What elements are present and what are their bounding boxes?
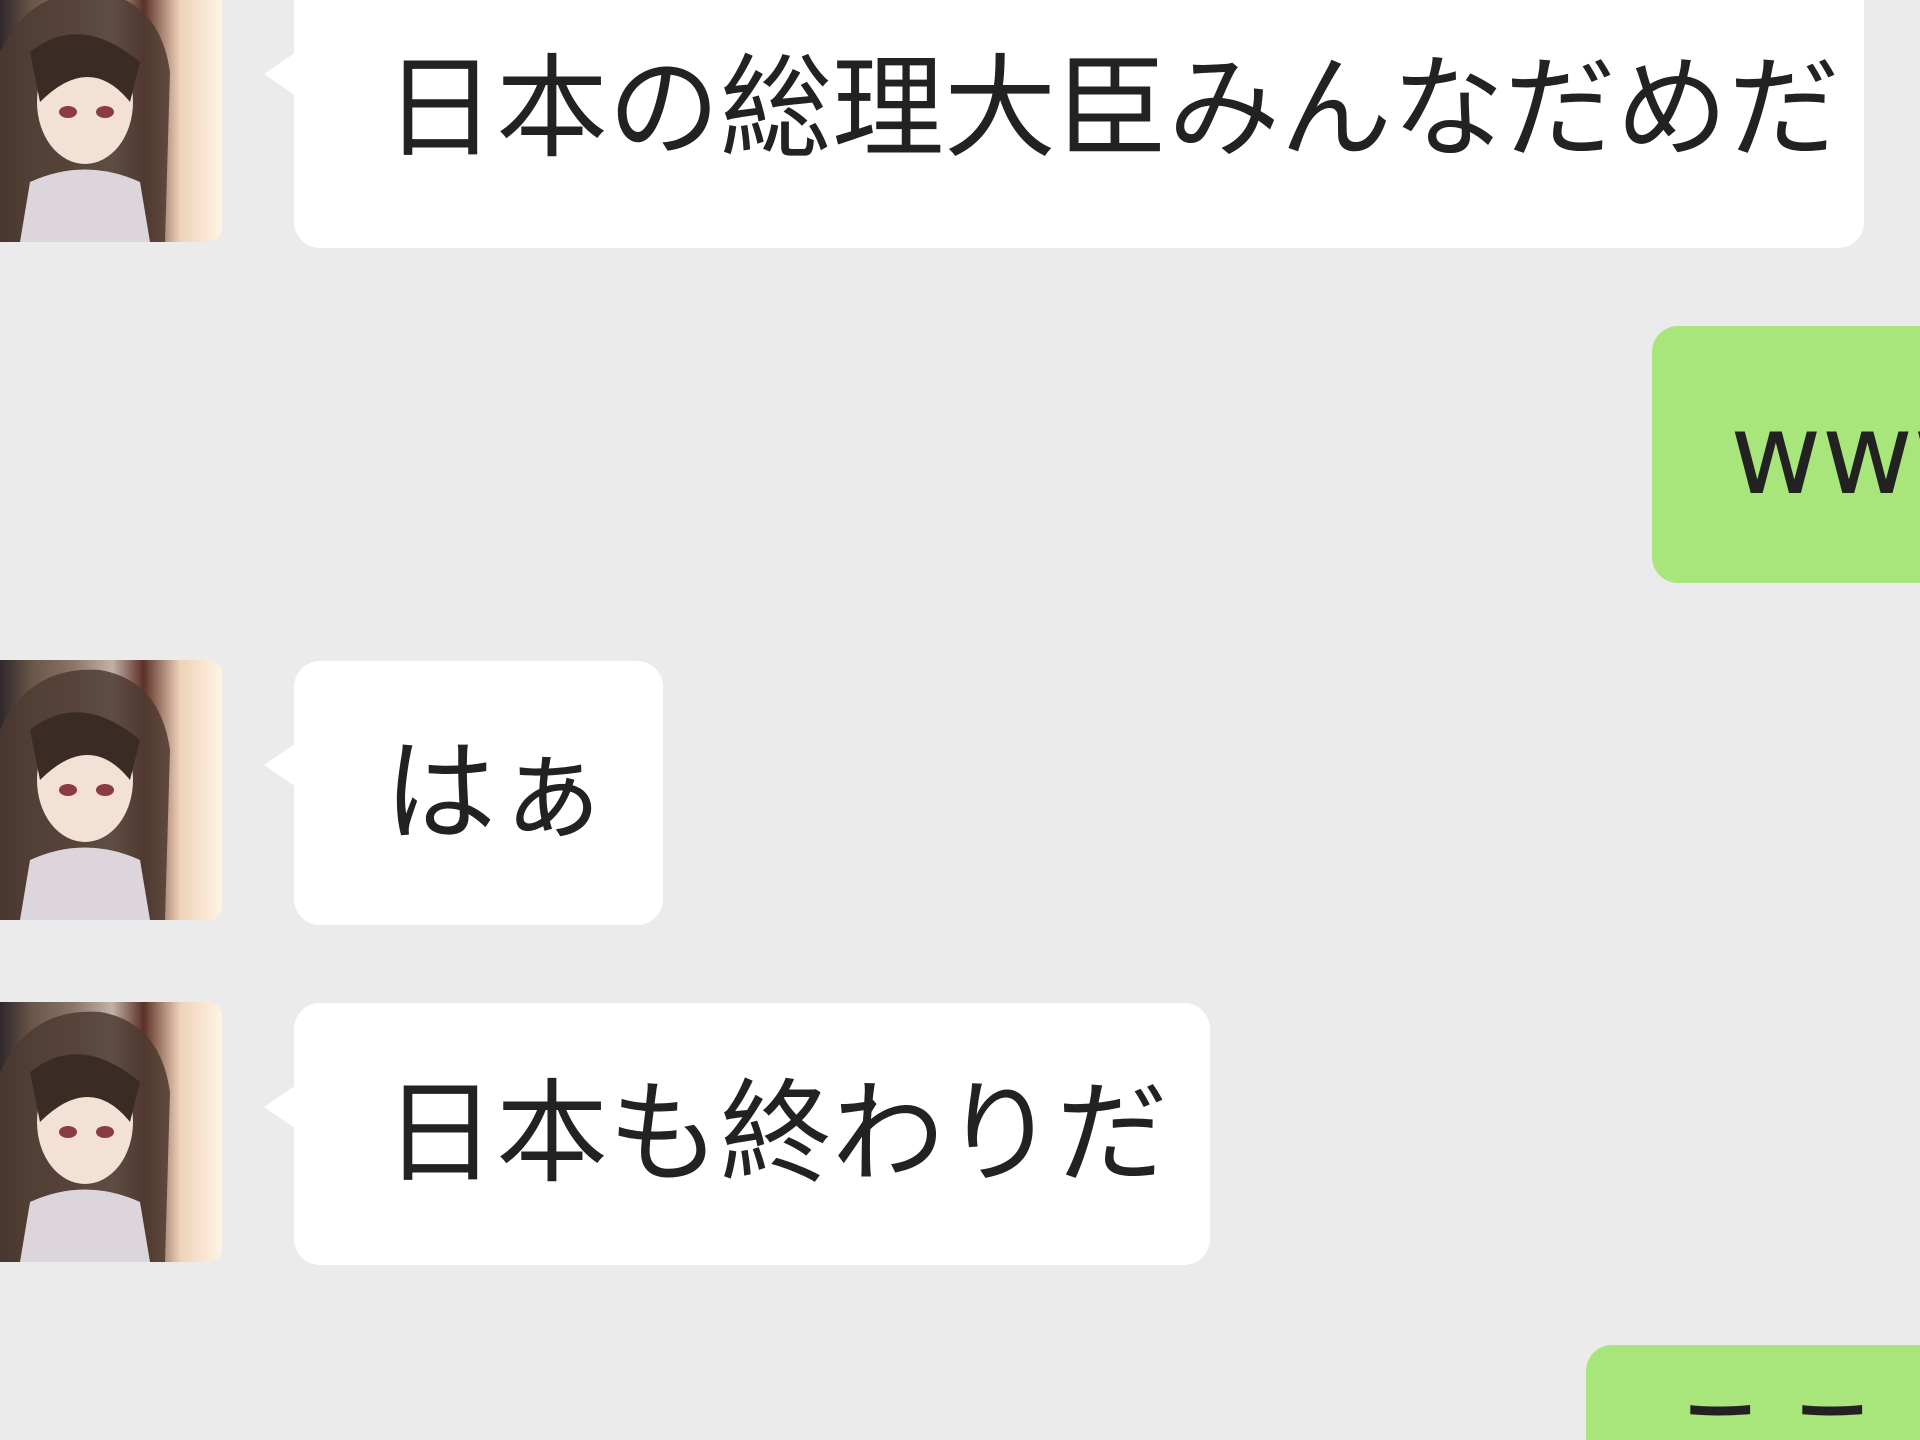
message-bubble-incoming[interactable]: 日本の総理大臣みんなだめだ (264, 0, 1864, 248)
contact-avatar-icon[interactable] (0, 660, 222, 920)
message-text: ここ (1664, 1390, 1888, 1440)
message-text: はぁ (384, 728, 608, 858)
message-bubble-incoming[interactable]: 日本も終わりだ (264, 1003, 1210, 1265)
message-bubble-incoming[interactable]: はぁ (264, 661, 663, 925)
contact-avatar-icon[interactable] (0, 0, 222, 242)
message-bubble-outgoing[interactable]: ここ (1586, 1345, 1920, 1440)
message-text: www (1730, 389, 1920, 520)
message-text: 日本の総理大臣みんなだめだ (384, 44, 1840, 174)
message-bubble-outgoing[interactable]: www (1652, 326, 1920, 583)
message-text: 日本も終わりだ (384, 1069, 1168, 1199)
contact-avatar-icon[interactable] (0, 1002, 222, 1262)
chat-message-list[interactable]: 日本の総理大臣みんなだめだ www はぁ 日本も終わりだ (0, 0, 1920, 1440)
